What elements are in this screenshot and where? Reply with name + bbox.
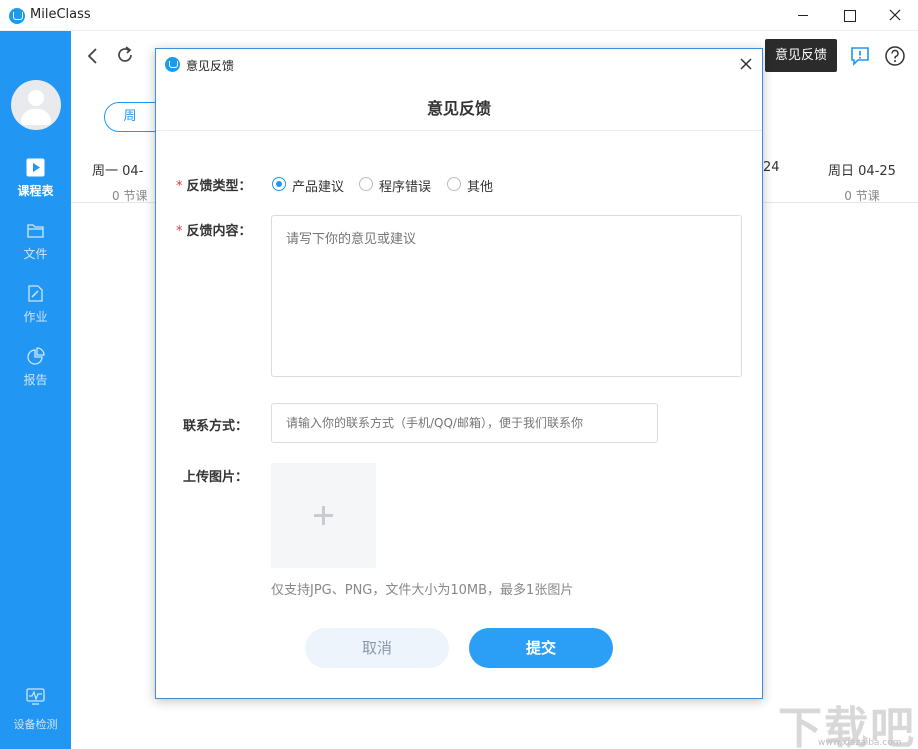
edit-file-icon (26, 284, 45, 303)
feedback-dialog: 意见反馈 意见反馈 * 反馈类型： 产品建议 程序错误 其他 * 反馈内容： 联系方… (155, 48, 763, 699)
folder-icon (26, 221, 45, 240)
sidebar-item-label: 设备检测 (0, 716, 71, 732)
submit-button[interactable]: 提交 (469, 628, 613, 668)
help-icon[interactable] (884, 45, 906, 67)
day-label-saturday: 24 (763, 160, 780, 175)
sidebar-item-schedule[interactable]: 课程表 (0, 158, 71, 214)
radio-circle (272, 177, 286, 191)
required-mark: * (176, 224, 183, 239)
feedback-type-label: * 反馈类型： (176, 175, 252, 194)
app-title: MileClass (30, 7, 91, 22)
minimize-button[interactable] (780, 0, 826, 31)
day-column-sunday: 周日 04-25 0 节课 (812, 160, 912, 204)
sidebar-item-label: 作业 (0, 308, 71, 325)
avatar-body (21, 109, 51, 125)
app-logo-icon (165, 57, 180, 72)
sidebar-item-homework[interactable]: 作业 (0, 284, 71, 340)
upload-hint: 仅支持JPG、PNG，文件大小为10MB，最多1张图片 (271, 579, 573, 598)
contact-input[interactable] (271, 403, 658, 443)
feedback-icon[interactable] (850, 46, 870, 66)
close-icon (872, 0, 918, 31)
radio-circle (447, 177, 461, 191)
required-mark: * (176, 179, 183, 194)
upload-label: 上传图片： (183, 466, 248, 485)
play-square-icon (26, 158, 45, 177)
sidebar: 课程表 文件 作业 报告 设备检测 (0, 31, 71, 749)
back-arrow-icon[interactable] (84, 46, 102, 66)
sidebar-item-label: 文件 (0, 245, 71, 262)
sidebar-item-reports[interactable]: 报告 (0, 347, 71, 403)
dialog-window-title: 意见反馈 (186, 57, 234, 74)
dialog-divider (156, 130, 762, 131)
pie-chart-icon (26, 347, 45, 366)
upload-image-button[interactable] (271, 463, 376, 568)
close-window-button[interactable] (872, 0, 918, 31)
plus-icon-vertical (322, 506, 325, 525)
feedback-content-label-text: 反馈内容： (187, 224, 252, 239)
radio-label: 其他 (467, 176, 493, 195)
app-logo-icon (9, 8, 25, 24)
sidebar-item-label: 报告 (0, 371, 71, 388)
sidebar-item-label: 课程表 (0, 182, 71, 199)
dialog-title-bar: 意见反馈 (156, 49, 762, 79)
week-view-toggle[interactable]: 周 (104, 102, 156, 132)
close-icon[interactable] (738, 56, 754, 72)
radio-circle (359, 177, 373, 191)
watermark-url: www.xiazaiba.com (818, 738, 902, 748)
dialog-heading: 意见反馈 (156, 95, 762, 119)
cancel-button[interactable]: 取消 (305, 628, 449, 668)
watermark-logo: 下载吧 www.xiazaiba.com (778, 692, 918, 749)
avatar-head (28, 90, 44, 106)
maximize-button[interactable] (826, 0, 872, 31)
feedback-type-label-text: 反馈类型： (187, 179, 252, 194)
day-label: 周日 04-25 (812, 160, 912, 179)
avatar[interactable] (11, 80, 61, 130)
feedback-content-textarea[interactable] (271, 215, 742, 377)
monitor-pulse-icon (26, 688, 45, 705)
feedback-content-label: * 反馈内容： (176, 220, 252, 239)
title-bar: MileClass (0, 0, 918, 31)
radio-label: 程序错误 (379, 176, 431, 195)
sidebar-item-files[interactable]: 文件 (0, 221, 71, 277)
feedback-tooltip: 意见反馈 (765, 39, 837, 72)
contact-label: 联系方式： (183, 415, 248, 434)
refresh-icon[interactable] (115, 45, 135, 65)
radio-label: 产品建议 (292, 176, 344, 195)
